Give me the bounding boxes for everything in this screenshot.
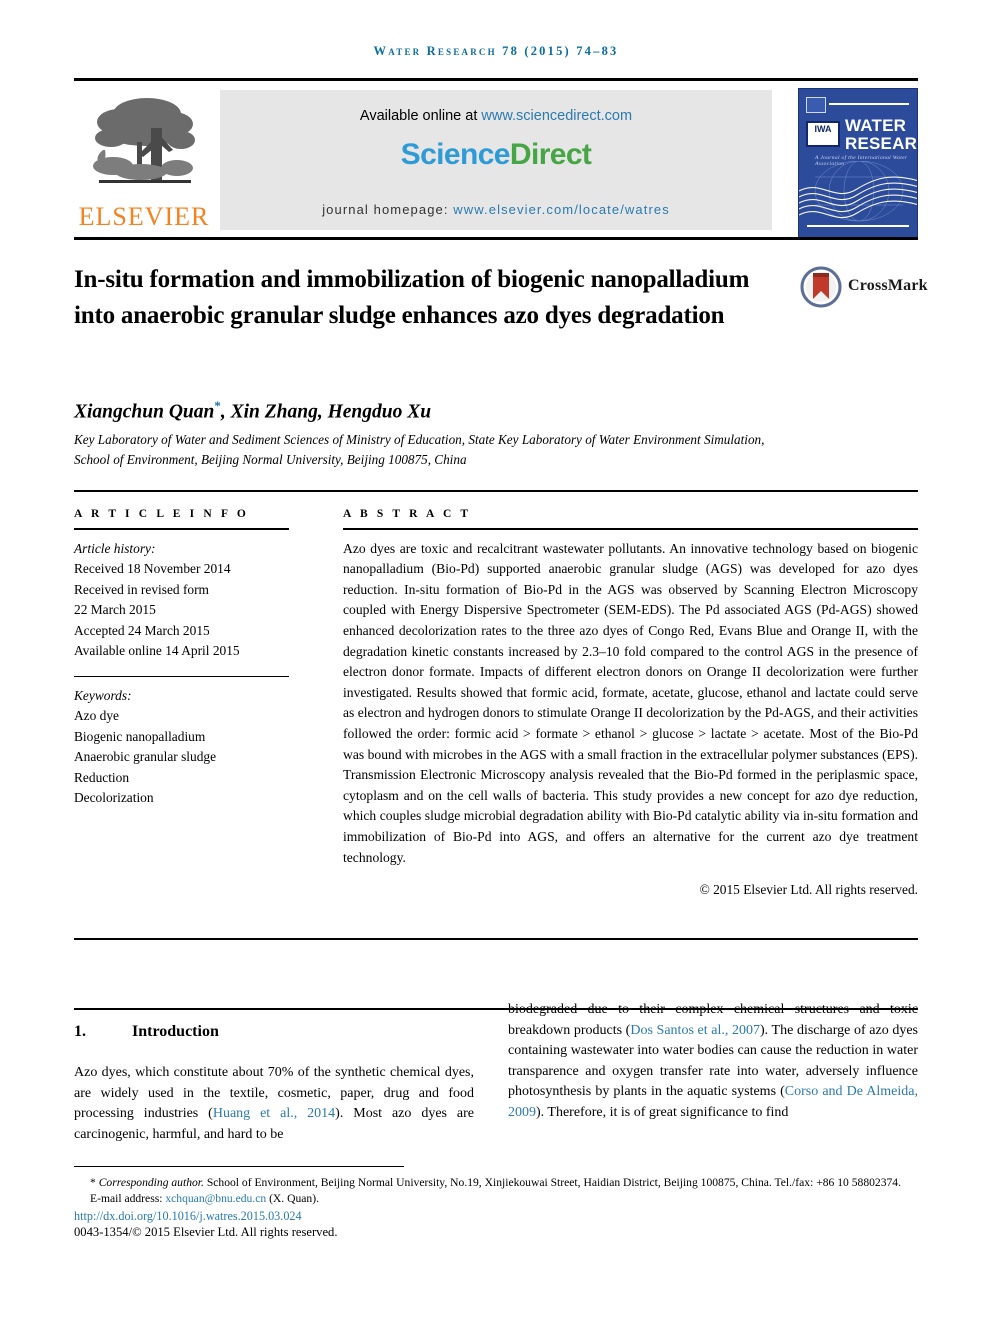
corresponding-author-label: Corresponding author. [98, 1176, 204, 1189]
keyword-item: Biogenic nanopalladium [74, 728, 206, 744]
available-online-line: Available online at www.sciencedirect.co… [220, 108, 772, 124]
article-info-heading: A R T I C L E I N F O [74, 508, 249, 520]
keyword-item: Azo dye [74, 708, 119, 724]
email-note: E-mail address: xchquan@bnu.edu.cn (X. Q… [74, 1191, 924, 1207]
keywords-label: Keywords: [74, 687, 132, 703]
cover-corner-mark-icon [806, 97, 826, 113]
email-label: E-mail address: [90, 1191, 166, 1205]
crossmark-label: CrossMark [848, 277, 928, 294]
masthead-bottom-rule [74, 237, 918, 240]
masthead-top-rule [74, 78, 918, 81]
intro-right-text-c: ). Therefore, it is of great significanc… [536, 1104, 789, 1120]
cover-title: WATER RESEARCH [845, 116, 918, 153]
email-suffix: (X. Quan). [266, 1191, 319, 1205]
introduction-paragraph-left: Azo dyes, which constitute about 70% of … [74, 1063, 474, 1145]
sciencedirect-logo-direct: Direct [509, 138, 592, 171]
crossmark-badge[interactable]: CrossMark [800, 266, 928, 310]
sciencedirect-logo-science: Science [400, 138, 511, 171]
elsevier-logo: ELSEVIER [74, 88, 214, 238]
journal-article-page: Water Research 78 (2015) 74–83 ELSEVIER … [0, 0, 992, 1323]
issn-copyright-line: 0043-1354/© 2015 Elsevier Ltd. All right… [74, 1225, 338, 1239]
author-list: Xiangchun Quan*, Xin Zhang, Hengduo Xu [74, 398, 431, 424]
abstract-text: Azo dyes are toxic and recalcitrant wast… [343, 540, 918, 865]
abstract-rule [343, 528, 918, 530]
article-info-column: A R T I C L E I N F O Article history: R… [74, 508, 289, 809]
citation-link[interactable]: Dos Santos et al., 2007 [630, 1023, 760, 1038]
footnote-marker: * [90, 1176, 96, 1189]
title-block: In-situ formation and immobilization of … [74, 262, 794, 334]
journal-masthead: ELSEVIER Available online at www.science… [74, 78, 918, 240]
article-history-item: Received in revised form [74, 581, 209, 597]
cover-bottom-rule [807, 225, 909, 227]
abstract-section-top-rule [74, 490, 918, 492]
body-column-left: 1. Introduction Azo dyes, which constitut… [74, 1015, 474, 1145]
keywords-rule [74, 675, 289, 677]
article-history-item: Received 18 November 2014 [74, 561, 231, 577]
footnote-rule [74, 1166, 404, 1167]
elsevier-wordmark: ELSEVIER [78, 202, 210, 231]
crossmark-icon [800, 266, 842, 308]
article-title: In-situ formation and immobilization of … [74, 266, 750, 329]
doi-link[interactable]: http://dx.doi.org/10.1016/j.watres.2015.… [74, 1208, 924, 1224]
article-history-label: Article history: [74, 540, 156, 556]
author-rest: , Xin Zhang, Hengduo Xu [220, 401, 432, 423]
author-first: Xiangchun Quan [74, 401, 215, 423]
footnote-block: * Corresponding author. School of Enviro… [74, 1175, 924, 1241]
keyword-item: Reduction [74, 769, 130, 785]
elsevier-tree-icon [93, 98, 195, 183]
introduction-heading: 1. Introduction [74, 1023, 474, 1041]
introduction-number: 1. [74, 1023, 86, 1040]
article-history-item: 22 March 2015 [74, 602, 156, 618]
introduction-paragraph-right: biodegraded due to their complex chemica… [508, 1000, 918, 1123]
article-history-item: Accepted 24 March 2015 [74, 622, 210, 638]
citation-link[interactable]: Huang et al., 2014 [213, 1106, 335, 1121]
running-head: Water Research 78 (2015) 74–83 [373, 44, 619, 58]
abstract-section-bottom-rule [74, 938, 918, 941]
journal-homepage-label: journal homepage: [322, 202, 454, 217]
abstract-heading: A B S T R A C T [343, 508, 472, 520]
journal-homepage-line: journal homepage: www.elsevier.com/locat… [220, 202, 772, 217]
available-online-label: Available online at [359, 108, 482, 124]
abstract-copyright: © 2015 Elsevier Ltd. All rights reserved… [699, 882, 918, 898]
body-column-right: biodegraded due to their complex chemica… [508, 1000, 918, 1123]
email-link[interactable]: xchquan@bnu.edu.cn [165, 1192, 266, 1205]
sciencedirect-logo: ScienceDirect [220, 138, 772, 172]
abstract-column: A B S T R A C T Azo dyes are toxic and r… [343, 508, 918, 898]
article-history-item: Available online 14 April 2015 [74, 643, 240, 659]
journal-homepage-link[interactable]: www.elsevier.com/locate/watres [453, 202, 670, 217]
affiliation: Key Laboratory of Water and Sediment Sci… [74, 432, 765, 467]
corresponding-author-address: School of Environment, Beijing Normal Un… [203, 1176, 901, 1189]
article-info-rule [74, 528, 289, 530]
sciencedirect-banner: Available online at www.sciencedirect.co… [220, 90, 772, 230]
corresponding-author-note: * Corresponding author. School of Enviro… [74, 1175, 924, 1191]
keyword-item: Decolorization [74, 790, 154, 806]
journal-cover-thumbnail: IWA WATER RESEARCH A Journal of the Inte… [798, 88, 918, 238]
iwa-logo-icon: IWA [806, 121, 840, 147]
introduction-label: Introduction [132, 1023, 219, 1040]
cover-wave-graphic [799, 161, 917, 222]
sciencedirect-link[interactable]: www.sciencedirect.com [481, 108, 632, 124]
keyword-item: Anaerobic granular sludge [74, 749, 217, 765]
cover-title-line2: RESEARCH [845, 134, 918, 153]
cover-top-rule [829, 103, 909, 105]
cover-title-line1: WATER [845, 116, 907, 135]
